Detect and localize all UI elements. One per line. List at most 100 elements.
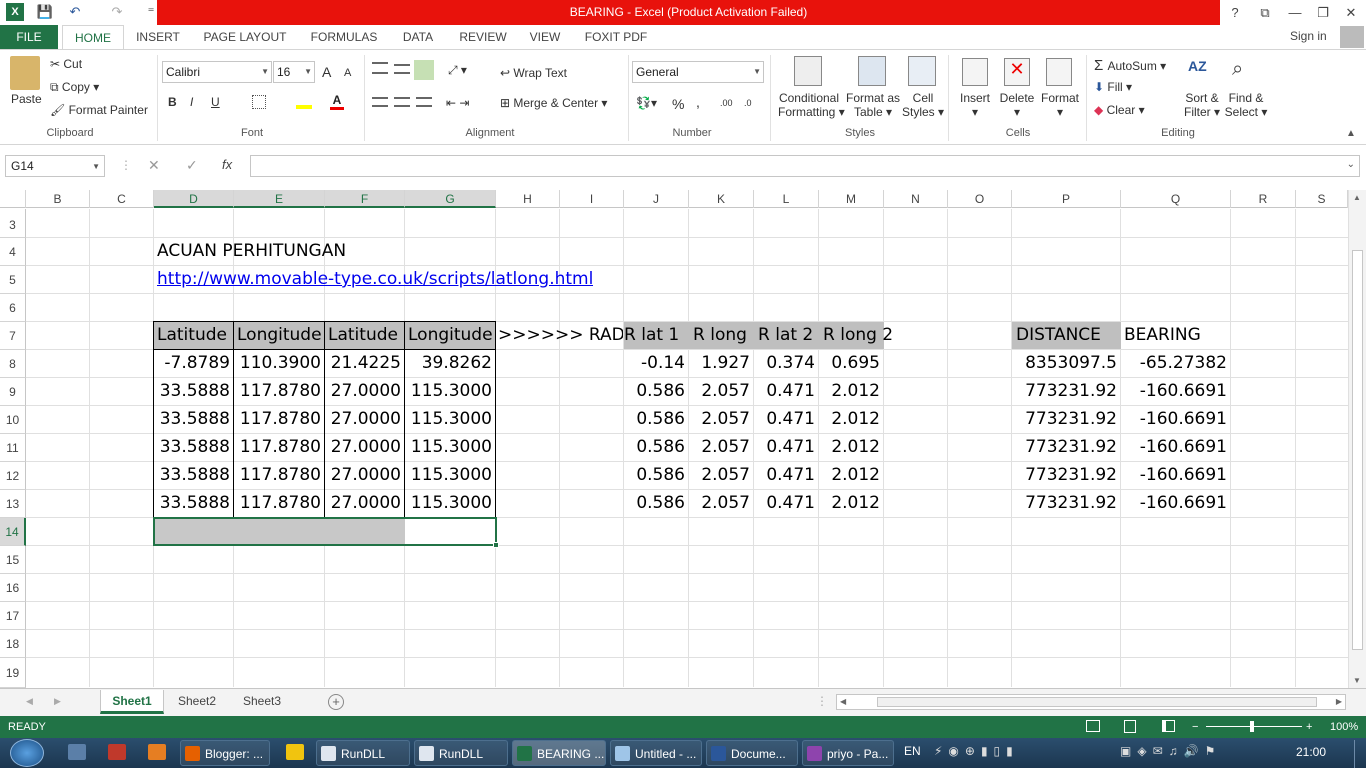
- cell-p8[interactable]: 8353097.5: [1012, 350, 1121, 377]
- ribbon-display-button[interactable]: ⧉: [1250, 0, 1280, 25]
- cell-f10[interactable]: 27.0000: [325, 406, 405, 433]
- col-header-q[interactable]: Q: [1121, 190, 1231, 208]
- cell-l12[interactable]: 0.471: [754, 462, 819, 489]
- taskbar-notepad[interactable]: Untitled - ...: [610, 740, 702, 766]
- accounting-format-icon[interactable]: 💱▾: [636, 96, 657, 110]
- row-header-7[interactable]: 7: [0, 322, 26, 350]
- language-indicator[interactable]: EN: [904, 744, 921, 758]
- zoom-in-button[interactable]: +: [1306, 716, 1312, 738]
- col-header-l[interactable]: L: [754, 190, 819, 208]
- cell-e11[interactable]: 117.8780: [234, 434, 325, 461]
- next-sheet-icon[interactable]: ▶: [54, 696, 61, 707]
- header-bearing[interactable]: BEARING: [1121, 322, 1231, 349]
- cell-k12[interactable]: 2.057: [689, 462, 754, 489]
- row-header-12[interactable]: 12: [0, 462, 26, 490]
- redo-icon[interactable]: ↷: [108, 3, 126, 21]
- cell-m8[interactable]: 0.695: [819, 350, 884, 377]
- tab-foxit-pdf[interactable]: FOXIT PDF: [578, 25, 654, 49]
- cell-q8[interactable]: -65.27382: [1121, 350, 1231, 377]
- cell-f11[interactable]: 27.0000: [325, 434, 405, 461]
- row-header-16[interactable]: 16: [0, 574, 26, 602]
- increase-decimal-button[interactable]: .00: [720, 98, 733, 108]
- pinned-app-icon[interactable]: [108, 744, 126, 760]
- taskbar-firefox[interactable]: Blogger: ...: [180, 740, 270, 766]
- selection-border[interactable]: [153, 517, 497, 546]
- cell-j9[interactable]: 0.586: [624, 378, 689, 405]
- cell-q13[interactable]: -160.6691: [1121, 490, 1231, 517]
- sign-in-link[interactable]: Sign in: [1290, 29, 1327, 43]
- sort-filter-button[interactable]: Sort & Filter ▾: [1180, 91, 1224, 119]
- horizontal-scrollbar[interactable]: ◀ ▶: [836, 694, 1346, 710]
- row-header-18[interactable]: 18: [0, 630, 26, 658]
- cell-j11[interactable]: 0.586: [624, 434, 689, 461]
- cell-e12[interactable]: 117.8780: [234, 462, 325, 489]
- borders-icon[interactable]: [252, 95, 266, 109]
- enter-formula-button[interactable]: ✓: [186, 157, 198, 174]
- paste-icon[interactable]: [10, 56, 40, 90]
- paste-button[interactable]: Paste: [11, 92, 42, 106]
- cell-e13[interactable]: 117.8780: [234, 490, 325, 517]
- cell-e8[interactable]: 110.3900: [234, 350, 325, 377]
- cell-l11[interactable]: 0.471: [754, 434, 819, 461]
- header-r-lat-1[interactable]: R lat 1: [624, 322, 689, 349]
- col-header-m[interactable]: M: [819, 190, 884, 208]
- save-icon[interactable]: 💾: [36, 3, 54, 21]
- pinned-app-icon[interactable]: [68, 744, 86, 760]
- cell-styles-button[interactable]: Cell Styles ▾: [902, 91, 944, 119]
- taskbar-excel[interactable]: BEARING ...: [512, 740, 606, 766]
- tray-icons[interactable]: ▣◈✉♫🔊⚑: [1120, 744, 1290, 762]
- zoom-out-button[interactable]: −: [1192, 716, 1198, 738]
- radian-arrow-cell[interactable]: >>>>>> RADIAN: [498, 322, 623, 349]
- row-header-9[interactable]: 9: [0, 378, 26, 406]
- shrink-font-button[interactable]: A: [344, 67, 351, 79]
- cell-l8[interactable]: 0.374: [754, 350, 819, 377]
- scroll-thumb[interactable]: [1352, 250, 1363, 650]
- select-all-corner[interactable]: [0, 190, 26, 208]
- clock[interactable]: 21:00: [1296, 745, 1326, 759]
- comma-button[interactable]: ,: [696, 94, 700, 110]
- fill-handle[interactable]: [493, 542, 499, 548]
- header-latitude-1[interactable]: Latitude: [153, 321, 234, 350]
- font-name-select[interactable]: Calibri ▼: [162, 61, 272, 83]
- reference-link-cell[interactable]: http://www.movable-type.co.uk/scripts/la…: [157, 266, 593, 293]
- undo-icon[interactable]: ↶: [66, 3, 84, 21]
- col-header-i[interactable]: I: [560, 190, 624, 208]
- h-scroll-thumb[interactable]: [877, 697, 1317, 707]
- cell-k10[interactable]: 2.057: [689, 406, 754, 433]
- font-size-select[interactable]: 16 ▼: [273, 61, 315, 83]
- header-r-long-2[interactable]: R long 2: [819, 322, 893, 349]
- cell-d13[interactable]: 33.5888: [154, 490, 234, 517]
- row-header-10[interactable]: 10: [0, 406, 26, 434]
- cell-m12[interactable]: 2.012: [819, 462, 884, 489]
- cell-k11[interactable]: 2.057: [689, 434, 754, 461]
- avatar[interactable]: [1340, 26, 1364, 48]
- cell-m11[interactable]: 2.012: [819, 434, 884, 461]
- scroll-down-icon[interactable]: ▼: [1353, 676, 1361, 685]
- show-desktop-button[interactable]: [1354, 740, 1366, 768]
- align-top-icon[interactable]: [372, 62, 388, 74]
- page-break-view-icon[interactable]: [1162, 720, 1175, 732]
- row-header-3[interactable]: 3: [0, 209, 26, 238]
- zoom-level[interactable]: 100%: [1330, 716, 1358, 738]
- cell-q12[interactable]: -160.6691: [1121, 462, 1231, 489]
- cell-j8[interactable]: -0.14: [624, 350, 689, 377]
- cell-m10[interactable]: 2.012: [819, 406, 884, 433]
- name-box[interactable]: G14 ▼: [5, 155, 105, 177]
- header-r-lat-2[interactable]: R lat 2: [754, 322, 819, 349]
- cell-f9[interactable]: 27.0000: [325, 378, 405, 405]
- decrease-decimal-button[interactable]: .0: [744, 98, 752, 108]
- start-button[interactable]: [10, 739, 44, 767]
- col-header-o[interactable]: O: [948, 190, 1012, 208]
- cell-q9[interactable]: -160.6691: [1121, 378, 1231, 405]
- conditional-formatting-button[interactable]: ConditionalFormatting ▾: [778, 91, 845, 119]
- tab-review[interactable]: REVIEW: [452, 25, 514, 49]
- cell-f8[interactable]: 21.4225: [325, 350, 405, 377]
- align-left-icon[interactable]: [372, 97, 388, 107]
- col-header-b[interactable]: B: [26, 190, 90, 208]
- cell-p11[interactable]: 773231.92: [1012, 434, 1121, 461]
- align-bottom-icon[interactable]: [414, 60, 434, 80]
- cell-k13[interactable]: 2.057: [689, 490, 754, 517]
- underline-button[interactable]: U: [211, 95, 220, 109]
- row-header-17[interactable]: 17: [0, 602, 26, 630]
- col-header-h[interactable]: H: [496, 190, 560, 208]
